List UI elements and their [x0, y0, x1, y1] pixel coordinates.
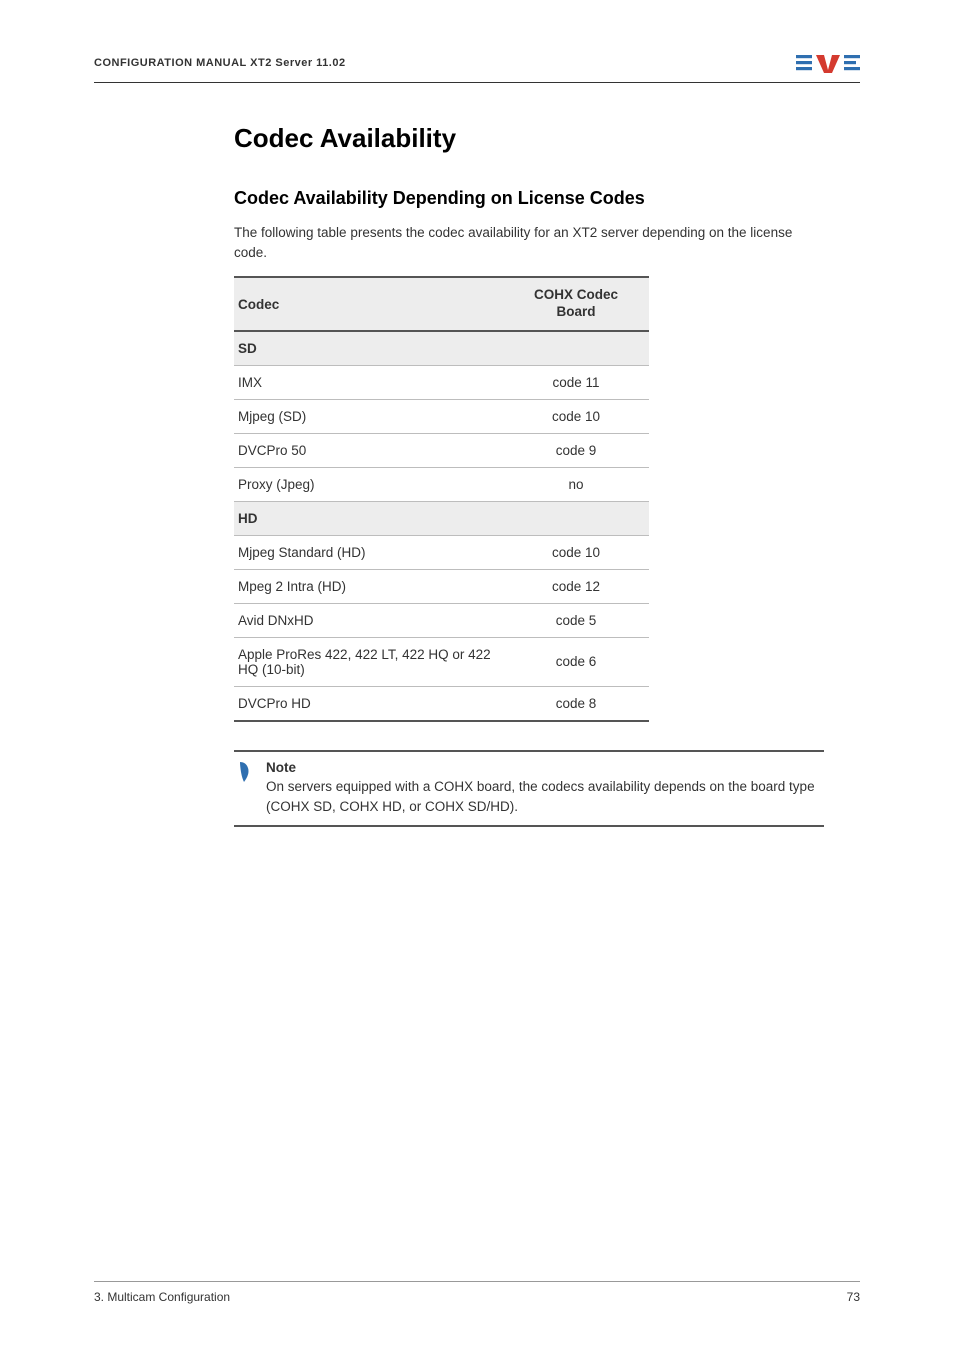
table-group-label: HD [234, 501, 649, 535]
cell-codec: Apple ProRes 422, 422 LT, 422 HQ or 422 … [234, 637, 509, 686]
note-label: Note [266, 758, 822, 778]
cell-codec: Mjpeg Standard (HD) [234, 535, 509, 569]
note-body-text: On servers equipped with a COHX board, t… [266, 779, 815, 814]
cell-board: code 6 [509, 637, 649, 686]
cell-board: code 11 [509, 365, 649, 399]
cell-codec: Avid DNxHD [234, 603, 509, 637]
section-subtitle: Codec Availability Depending on License … [234, 188, 850, 209]
col-header-board: COHX Codec Board [509, 277, 649, 331]
cell-board: code 12 [509, 569, 649, 603]
table-row: Mjpeg (SD)code 10 [234, 399, 649, 433]
note-block: Note On servers equipped with a COHX boa… [234, 750, 824, 827]
cell-codec: Mjpeg (SD) [234, 399, 509, 433]
table-group-row: HD [234, 501, 649, 535]
cell-board: code 10 [509, 535, 649, 569]
table-row: Proxy (Jpeg)no [234, 467, 649, 501]
table-row: DVCPro 50code 9 [234, 433, 649, 467]
cell-board: no [509, 467, 649, 501]
table-row: DVCPro HDcode 8 [234, 686, 649, 721]
note-icon [236, 758, 256, 817]
footer-rule [94, 1281, 860, 1282]
table-row: Apple ProRes 422, 422 LT, 422 HQ or 422 … [234, 637, 649, 686]
page-title: Codec Availability [234, 123, 850, 154]
table-group-label: SD [234, 331, 649, 366]
table-header-row: Codec COHX Codec Board [234, 277, 649, 331]
page-footer: 3. Multicam Configuration 73 [94, 1281, 860, 1304]
table-group-row: SD [234, 331, 649, 366]
col-header-codec: Codec [234, 277, 509, 331]
table-row: Avid DNxHDcode 5 [234, 603, 649, 637]
page-content: Codec Availability Codec Availability De… [94, 83, 860, 827]
cell-codec: Mpeg 2 Intra (HD) [234, 569, 509, 603]
table-row: IMXcode 11 [234, 365, 649, 399]
evs-logo [796, 52, 860, 74]
header-title: CONFIGURATION MANUAL XT2 Server 11.02 [94, 57, 346, 69]
codec-table: Codec COHX Codec Board SDIMXcode 11Mjpeg… [234, 276, 649, 722]
evs-logo-icon [796, 52, 860, 74]
cell-codec: IMX [234, 365, 509, 399]
table-row: Mpeg 2 Intra (HD)code 12 [234, 569, 649, 603]
page-header: CONFIGURATION MANUAL XT2 Server 11.02 [94, 52, 860, 80]
cell-board: code 9 [509, 433, 649, 467]
cell-codec: DVCPro 50 [234, 433, 509, 467]
cell-board: code 8 [509, 686, 649, 721]
note-text: Note On servers equipped with a COHX boa… [266, 758, 822, 817]
cell-codec: DVCPro HD [234, 686, 509, 721]
intro-paragraph: The following table presents the codec a… [234, 223, 824, 262]
footer-section: 3. Multicam Configuration [94, 1290, 230, 1304]
cell-codec: Proxy (Jpeg) [234, 467, 509, 501]
footer-page-number: 73 [847, 1290, 860, 1304]
note-rule-bottom [234, 825, 824, 827]
table-row: Mjpeg Standard (HD)code 10 [234, 535, 649, 569]
cell-board: code 5 [509, 603, 649, 637]
cell-board: code 10 [509, 399, 649, 433]
